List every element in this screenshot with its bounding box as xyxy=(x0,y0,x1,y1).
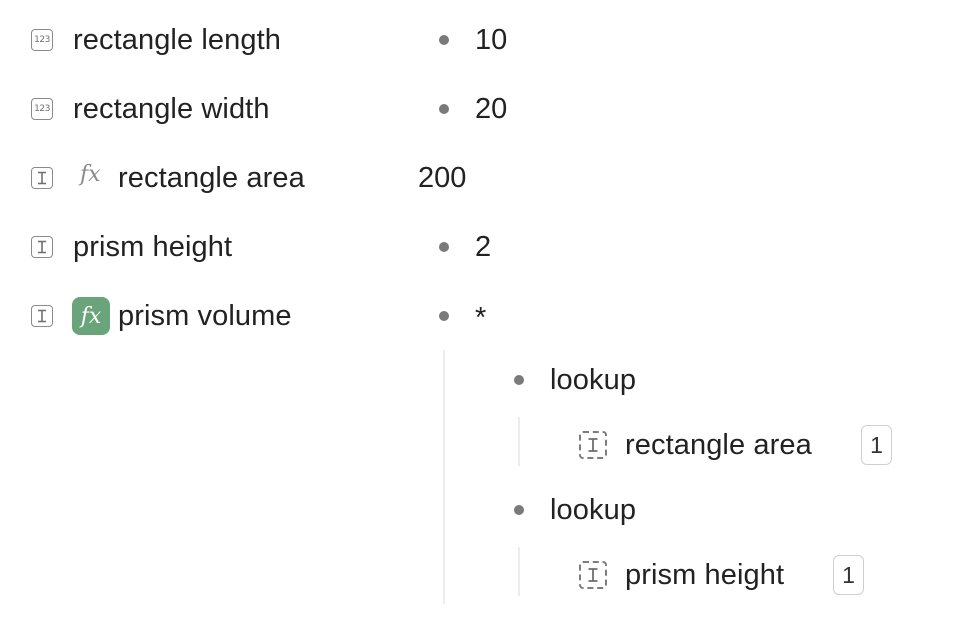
number-123-icon: 123 xyxy=(31,29,53,51)
tree-guide-line xyxy=(518,417,520,466)
tree-guide-line xyxy=(443,350,445,604)
field-label-rectangle-width[interactable]: rectangle width xyxy=(73,92,270,126)
fx-badge-text: fx xyxy=(80,303,102,329)
field-label-prism-volume[interactable]: prism volume xyxy=(118,299,292,333)
text-field-icon xyxy=(31,305,53,327)
text-field-dashed-icon xyxy=(579,561,607,589)
fx-icon: fx xyxy=(80,162,101,187)
field-label-rectangle-area[interactable]: rectangle area xyxy=(118,161,305,195)
text-cursor-glyph xyxy=(588,438,598,452)
field-row-rectangle-length[interactable]: 123 rectangle length 10 xyxy=(0,20,972,60)
formula-operator[interactable]: * xyxy=(475,301,486,335)
field-row-prism-volume[interactable]: fx prism volume * xyxy=(0,296,972,336)
field-value-prism-height[interactable]: 2 xyxy=(475,230,491,264)
field-label-prism-height[interactable]: prism height xyxy=(73,230,232,264)
number-123-icon-text: 123 xyxy=(34,35,50,45)
ref-label-prism-height[interactable]: prism height xyxy=(625,558,784,592)
field-label-rectangle-length[interactable]: rectangle length xyxy=(73,23,281,57)
reference-count-badge: 1 xyxy=(861,425,892,465)
text-field-icon xyxy=(31,167,53,189)
node-bullet xyxy=(514,375,524,385)
field-value-rectangle-length[interactable]: 10 xyxy=(475,23,507,57)
tree-guide-line xyxy=(518,547,520,596)
field-value-rectangle-width[interactable]: 20 xyxy=(475,92,507,126)
reference-count-badge: 1 xyxy=(833,555,864,595)
formula-node-lookup[interactable]: lookup xyxy=(500,491,800,531)
field-row-rectangle-width[interactable]: 123 rectangle width 20 xyxy=(0,89,972,129)
field-row-rectangle-area[interactable]: fx rectangle area 200 xyxy=(0,158,972,198)
reference-count: 1 xyxy=(870,431,883,458)
value-bullet xyxy=(439,35,449,45)
number-123-icon: 123 xyxy=(31,98,53,120)
text-cursor-glyph xyxy=(588,568,598,582)
value-bullet xyxy=(439,311,449,321)
reference-count: 1 xyxy=(842,561,855,588)
field-row-prism-height[interactable]: prism height 2 xyxy=(0,227,972,267)
number-123-icon-text: 123 xyxy=(34,104,50,114)
fx-badge-icon[interactable]: fx xyxy=(72,297,110,335)
lookup-ref-rectangle-area[interactable]: rectangle area 1 xyxy=(570,424,910,466)
node-label-lookup[interactable]: lookup xyxy=(550,493,636,527)
text-cursor-glyph xyxy=(38,309,46,323)
node-label-lookup[interactable]: lookup xyxy=(550,363,636,397)
value-bullet xyxy=(439,104,449,114)
value-bullet xyxy=(439,242,449,252)
text-field-dashed-icon xyxy=(579,431,607,459)
ref-label-rectangle-area[interactable]: rectangle area xyxy=(625,428,812,462)
field-value-rectangle-area[interactable]: 200 xyxy=(418,161,466,195)
lookup-ref-prism-height[interactable]: prism height 1 xyxy=(570,554,910,596)
text-cursor-glyph xyxy=(38,240,46,254)
text-field-icon xyxy=(31,236,53,258)
text-cursor-glyph xyxy=(38,171,46,185)
node-bullet xyxy=(514,505,524,515)
formula-node-lookup[interactable]: lookup xyxy=(500,361,800,401)
